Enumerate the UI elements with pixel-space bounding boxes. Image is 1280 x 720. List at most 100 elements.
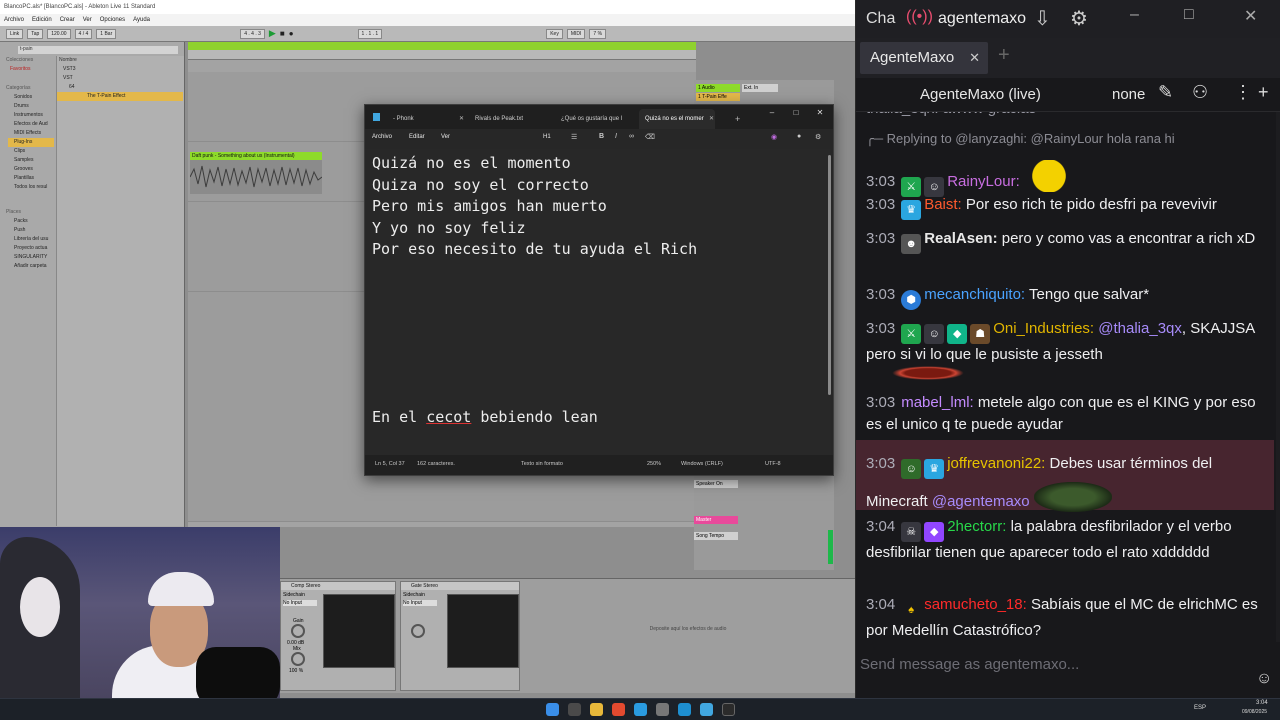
close-icon[interactable]: ✕ (809, 105, 831, 121)
username[interactable]: RainyLour: (947, 173, 1020, 190)
close-chat-icon[interactable]: ✕ (1244, 6, 1257, 26)
menu-ver[interactable]: Ver (83, 14, 92, 26)
username[interactable]: Oni_Industries: (993, 320, 1094, 337)
telegram-icon[interactable] (634, 703, 647, 716)
tab-rivals[interactable]: Rivals de Peak.txt (469, 109, 549, 129)
chat-message-highlighted[interactable]: 3:03 ☺ ♛ joffrevanoni22: Debes usar término… (866, 446, 1262, 520)
menu-ayuda[interactable]: Ayuda (133, 14, 150, 26)
username[interactable]: joffrevanoni22: (947, 455, 1045, 472)
chat-message[interactable]: 3:03 ⚔ ☺ RainyLour: (866, 160, 1262, 197)
chat-message[interactable]: 3:03 ⚔ ☺ ◆ ☗ Oni_Industries: @thalia_3qx, SKA… (866, 318, 1262, 380)
gate-device[interactable]: Gate Stereo Sidechain No Input (400, 581, 520, 691)
username[interactable]: RealAsen: (924, 230, 997, 247)
sidechain-input-select[interactable]: No Input (283, 600, 317, 606)
tempo-field[interactable]: 120.00 (47, 28, 71, 39)
category-efectos[interactable]: Efectos de Aud (14, 120, 48, 129)
chat-message[interactable]: 3:04 ♠ samucheto_18: Sabíais que el MC de … (866, 594, 1262, 642)
menu-archivo[interactable]: Archivo (4, 14, 24, 26)
loop-brace[interactable] (188, 42, 696, 50)
browser-item-vst[interactable]: VST (63, 74, 73, 83)
place-user-library[interactable]: Librería del usu (14, 235, 48, 244)
italic-icon[interactable]: I (615, 133, 617, 140)
list-icon[interactable]: ☰ (571, 133, 577, 141)
chat-message[interactable]: 3:03 mabel_lml: metele algo con que es el… (866, 392, 1262, 436)
category-instrumentos[interactable]: Instrumentos (14, 111, 43, 120)
quantize-select[interactable]: 1 Bar (96, 28, 117, 39)
clock-date[interactable]: 09/08/2025 (1242, 709, 1267, 715)
browser-item-64[interactable]: 64 (69, 83, 75, 92)
mention[interactable]: @agentemaxo (932, 493, 1030, 510)
loop-start[interactable]: 1 . 1 . 1 (357, 28, 383, 39)
heading-select[interactable]: H1 (543, 134, 551, 140)
category-midi-effects[interactable]: MIDI Effects (14, 129, 41, 138)
arrangement-position[interactable]: 4 . 4 . 3 (240, 28, 265, 39)
compressor-device[interactable]: Comp Stereo Sidechain No Input Gain 0.00… (280, 581, 396, 691)
mixer-track-1[interactable]: 1 Audio (696, 84, 740, 92)
midi-map-button[interactable]: MIDI (566, 28, 586, 39)
menu-opciones[interactable]: Opciones (100, 14, 125, 26)
username[interactable]: samucheto_18: (924, 596, 1027, 613)
start-icon[interactable] (546, 703, 559, 716)
chat-message[interactable]: 3:04 ☠ ◆ 2hectorr: la palabra desfibrilador… (866, 516, 1262, 564)
account-icon[interactable]: ● (797, 133, 801, 140)
maximize-chat-icon[interactable]: □ (1184, 6, 1194, 24)
username[interactable]: mecanchiquito: (924, 286, 1025, 303)
mixer-track-2[interactable]: 1 T-Pain Effe (696, 93, 740, 101)
gain-knob[interactable] (291, 624, 305, 638)
menu-crear[interactable]: Crear (60, 14, 75, 26)
username[interactable]: 2hectorr: (947, 518, 1006, 535)
category-plantillas[interactable]: Plantillas (14, 174, 34, 183)
audio-from-select[interactable]: Ext. In (742, 84, 778, 92)
status-encoding[interactable]: UTF-8 (765, 461, 781, 467)
key-map-button[interactable]: Key (546, 28, 563, 39)
notepad-taskbar-icon[interactable] (700, 703, 713, 716)
chat-message[interactable]: 3:03 ☻ RealAsen: pero y como vas a encontr… (866, 228, 1262, 254)
browser-search-input[interactable]: t-pain (18, 46, 178, 54)
menu-edicion[interactable]: Edición (32, 14, 52, 26)
brave-icon[interactable] (612, 703, 625, 716)
username[interactable]: mabel_lml: (901, 394, 974, 411)
edge-icon[interactable] (678, 703, 691, 716)
category-sonidos[interactable]: Sonidos (14, 93, 32, 102)
category-grooves[interactable]: Grooves (14, 165, 33, 174)
category-drums[interactable]: Drums (14, 102, 29, 111)
chat-tab-close-icon[interactable]: ✕ (969, 42, 980, 74)
bold-icon[interactable]: B (599, 133, 604, 140)
username[interactable]: Baist: (924, 196, 962, 213)
download-icon[interactable]: ⇩ (1034, 6, 1051, 31)
category-samples[interactable]: Samples (14, 156, 33, 165)
category-clips[interactable]: Clips (14, 147, 25, 156)
more-menu-icon[interactable]: ⋮ (1234, 82, 1252, 103)
category-todos[interactable]: Todos los resul (14, 183, 47, 192)
notepad-text-area[interactable]: Quizá no es el momento Quiza no soy el c… (365, 149, 831, 455)
play-icon[interactable]: ▶ (269, 28, 276, 39)
copilot-icon[interactable]: ◉ (771, 133, 777, 141)
place-packs[interactable]: Packs (14, 217, 28, 226)
mix-knob[interactable] (291, 652, 305, 666)
language-indicator[interactable]: ESP (1194, 705, 1206, 711)
place-current-project[interactable]: Proyecto actua (14, 244, 47, 253)
gate-sidechain-select[interactable]: No Input (403, 600, 437, 606)
place-add-folder[interactable]: Añadir carpeta (14, 262, 47, 271)
active-tab-close-icon[interactable]: ✕ (709, 109, 714, 129)
browser-item-tpain[interactable]: The T-Pain Effect (57, 92, 183, 101)
link-button[interactable]: Link (6, 28, 24, 39)
add-tab-icon[interactable]: + (998, 44, 1010, 67)
gate-display[interactable] (447, 594, 519, 668)
menu-ver-np[interactable]: Ver (441, 134, 450, 140)
chat-message[interactable]: 3:03 ⬢ mecanchiquito: Tengo que salvar* (866, 284, 1262, 310)
clear-format-icon[interactable]: ⌫ (645, 133, 655, 141)
ableton-taskbar-icon[interactable] (722, 703, 735, 716)
link-icon[interactable]: ∞ (629, 133, 634, 140)
maximize-icon[interactable]: □ (785, 105, 807, 121)
menu-archivo-np[interactable]: Archivo (372, 134, 392, 140)
chat-tab-agentemaxo[interactable]: AgenteMaxo ✕ (860, 42, 988, 74)
device-drop-zone[interactable]: Deposite aquí los efectos de audio (528, 579, 848, 689)
settings-icon[interactable]: ⚙ (815, 133, 821, 141)
emoji-picker-icon[interactable]: ☺ (1256, 670, 1272, 688)
record-icon[interactable]: ● (289, 29, 294, 38)
place-push[interactable]: Push (14, 226, 25, 235)
add-split-icon[interactable]: + (1258, 82, 1269, 103)
chat-message-input[interactable]: Send message as agentemaxo... (860, 650, 1246, 680)
clock-time[interactable]: 3:04 (1256, 700, 1268, 706)
